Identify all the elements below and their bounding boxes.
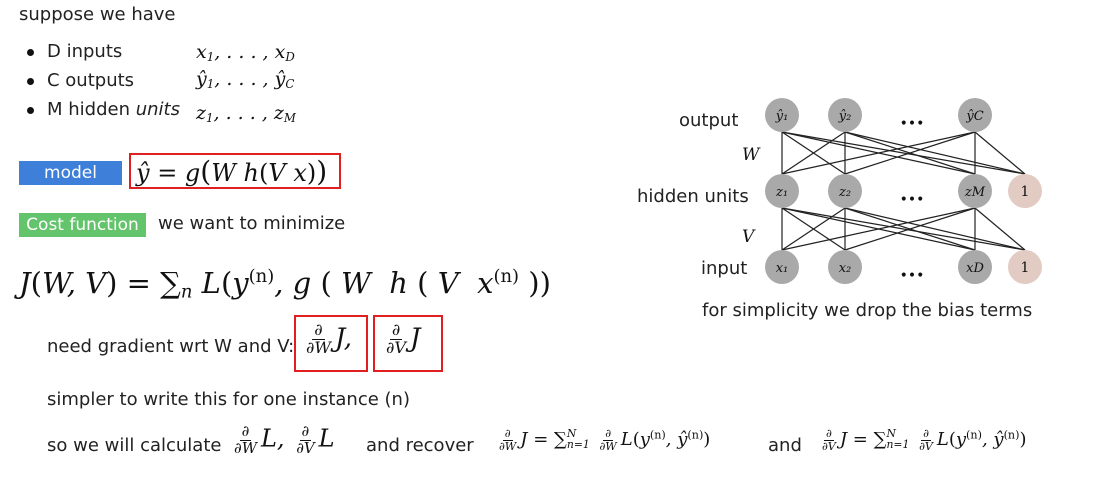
network-diagram: ŷ₁ ŷ₂ ••• ŷC z₁ z₂ ••• zM 1 x₁ x₂ ••• xD… [765, 98, 1042, 284]
gradient-text: need gradient wrt W and V: [47, 336, 295, 357]
hidden-node-m: zM [958, 174, 992, 208]
calculate-pre-text: so we will calculate [47, 435, 222, 456]
input-node-d: xD [958, 250, 992, 284]
svg-text:x₂: x₂ [839, 261, 852, 276]
objective-equation: J(W, V) = ∑n L(y(n), g ( W h ( V x(n) )) [19, 266, 551, 303]
output-node-c: ŷC [958, 98, 992, 132]
svg-text:z₂: z₂ [838, 185, 851, 200]
cost-function-tag: Cost function [19, 213, 146, 237]
item-outputs-label: C outputs [47, 70, 135, 91]
weight-label-w: W [742, 145, 760, 165]
input-node-1: x₁ [765, 250, 799, 284]
diagram-caption: for simplicity we drop the bias terms [702, 300, 1033, 321]
calculate-terms: ∂ ∂W L, ∂ ∂V L [234, 422, 335, 457]
svg-text:zM: zM [964, 185, 986, 200]
recover-equation-v: ∂ ∂V J = ∑ Nn=1 ∂ ∂V L(y(n), ŷ(n)) [822, 427, 1027, 453]
item-hidden-label: M hidden units [47, 99, 180, 120]
item-inputs-label: D inputs [47, 41, 123, 62]
svg-text:z₁: z₁ [775, 185, 788, 200]
hidden-node-2: z₂ [828, 174, 862, 208]
svg-text:xD: xD [966, 261, 984, 276]
input-bias-node: 1 [1008, 250, 1042, 284]
input-node-2: x₂ [828, 250, 862, 284]
model-equation: ŷ = g(W h(V x)) [136, 155, 328, 188]
layer-label-input: input [701, 258, 748, 279]
output-node-1: ŷ₁ [765, 98, 799, 132]
and-text: and [768, 435, 802, 456]
hidden-node-1: z₁ [765, 174, 799, 208]
gradient-v-term: ∂ ∂V J [386, 320, 421, 357]
svg-text:ŷ₁: ŷ₁ [775, 109, 789, 124]
layer-label-hidden: hidden units [637, 186, 749, 207]
input-ellipsis: ••• [900, 268, 925, 284]
layer-label-output: output [679, 110, 739, 131]
item-hidden-math: z1, . . . , zM [196, 102, 296, 125]
output-node-2: ŷ₂ [828, 98, 862, 132]
model-tag: model [19, 161, 122, 185]
simpler-text: simpler to write this for one instance (… [47, 389, 410, 410]
output-ellipsis: ••• [900, 116, 925, 132]
svg-text:1: 1 [1021, 184, 1030, 200]
v-connections [781, 207, 1026, 251]
calculate-mid-text: and recover [366, 435, 474, 456]
svg-text:x₁: x₁ [776, 261, 789, 276]
recover-equation-w: ∂ ∂W J = ∑ Nn=1 ∂ ∂W L(y(n), ŷ(n)) [499, 427, 711, 453]
bullet-dot [27, 107, 34, 114]
svg-text:1: 1 [1021, 260, 1030, 276]
intro-text: suppose we have [19, 4, 176, 25]
hidden-bias-node: 1 [1008, 174, 1042, 208]
hidden-ellipsis: ••• [900, 192, 925, 208]
item-outputs-math: ŷ1, . . . , ŷC [196, 68, 295, 91]
item-inputs-math: x1, . . . , xD [196, 41, 295, 64]
bullet-dot [27, 49, 34, 56]
svg-text:ŷC: ŷC [965, 109, 983, 124]
gradient-w-term: ∂ ∂W J, [306, 320, 353, 357]
w-connections [781, 131, 1026, 175]
svg-text:ŷ₂: ŷ₂ [838, 109, 852, 124]
weight-label-v: V [742, 227, 755, 247]
cost-function-text: we want to minimize [158, 213, 346, 234]
bullet-dot [27, 78, 34, 85]
